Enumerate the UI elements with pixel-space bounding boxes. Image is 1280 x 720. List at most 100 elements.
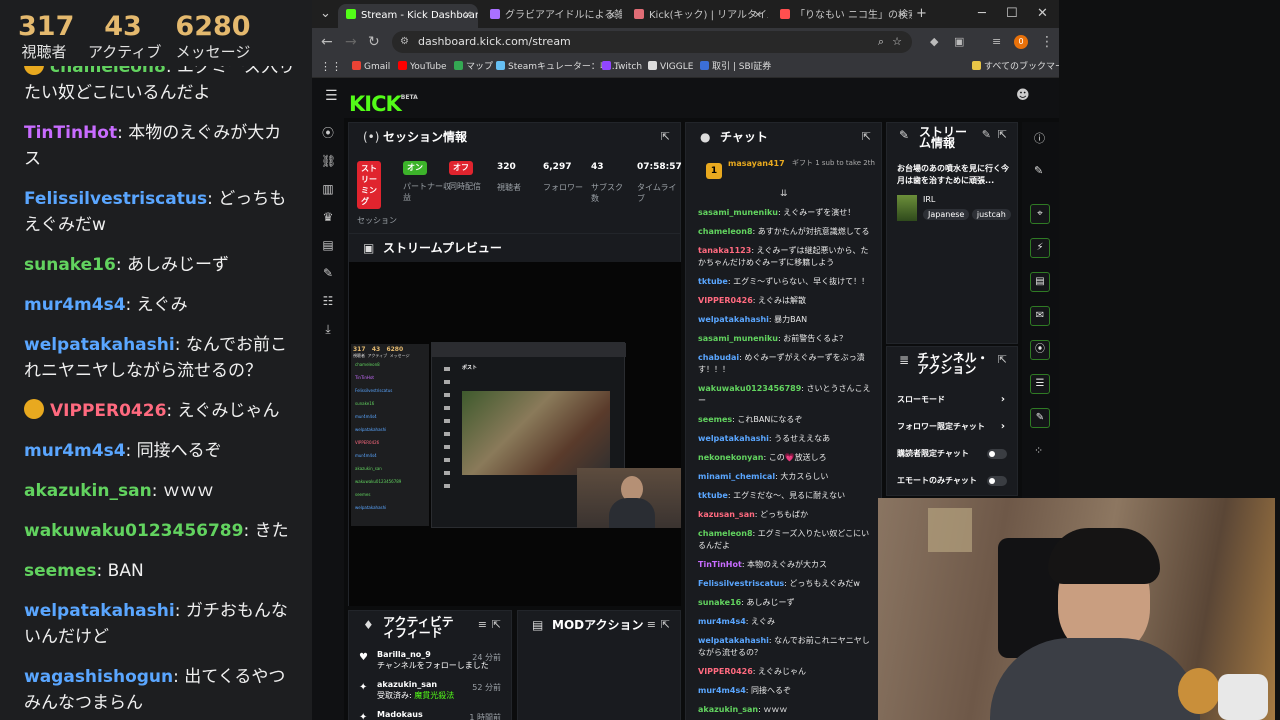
bookmark-steam[interactable]: Steamキュレーター：収... [496,56,617,78]
user-avatar[interactable]: ☻ [1016,88,1032,106]
activity-item[interactable]: ♥ Barilla_no_9 チャンネルをフォローしました 24 分前 [349,649,511,675]
chat-message[interactable]: welpatakahashi: うるせええなあ [686,433,881,445]
all-bookmarks[interactable]: すべてのブックマーク [972,56,1059,78]
chat-username[interactable]: welpatakahashi [698,315,769,324]
chat-username[interactable]: Felissilvestriscatus [698,579,784,588]
chat-username[interactable]: VIPPER0426 [698,667,753,676]
site-info-icon[interactable]: ⚙ [400,31,409,53]
download-nav-icon[interactable]: ⤓ [321,322,335,336]
kick-logo[interactable]: KICKBETA [349,86,418,116]
chat-message[interactable]: akazukin_san: ｗｗｗ [686,704,881,716]
chat-message[interactable]: VIPPER0426: えぐみじゃん [686,666,881,678]
channel-action-row[interactable]: フォロワー限定チャット › [897,414,1007,440]
bookmark-sbi[interactable]: 取引 | SBI証券 [700,56,771,78]
community-nav-icon[interactable]: ☷ [321,294,335,308]
edit-pencil-icon[interactable]: ✎ [1034,164,1043,177]
chat-username[interactable]: tktube [698,491,728,500]
bookmark-twitch[interactable]: Twitch [602,56,642,78]
extensions-puzzle-icon[interactable]: ▣ [954,33,964,51]
link-nav-icon[interactable]: ⛓ [321,154,336,168]
activity-item[interactable]: ✦ akazukin_san 受取済み: 魔貫光殺法 52 分前 [349,679,511,705]
clipboard-icon[interactable]: ▤ [1030,272,1050,292]
minimize-button[interactable]: ─ [978,5,986,23]
chat-message[interactable]: wakuwaku0123456789: さいとうさんこえー [686,383,881,407]
tab-search-icon[interactable]: ⌄ [320,5,331,23]
tools-icon[interactable]: ✎ [1030,408,1050,428]
broadcast-action-icon[interactable]: ⦿ [1030,340,1050,360]
chat-message[interactable]: tktube: エグミだな〜、見るに耐えない [686,490,881,502]
chat-username[interactable]: mur4m4s4 [698,617,746,626]
stream-preview-video[interactable]: 317 43 6280 視聴者 アクティブ メッセージ chameleon8 Ti… [349,262,681,606]
chat-username[interactable]: welpatakahashi [698,636,769,645]
chat-username[interactable]: chameleon8 [698,529,753,538]
chat-message[interactable]: mur4m4s4: えぐみ [686,616,881,628]
url-input[interactable]: ⚙ dashboard.kick.com/stream ⌕ ☆ [392,31,912,53]
trophy-nav-icon[interactable]: ♛ [321,210,335,224]
chat-message[interactable]: mur4m4s4: 同接へるぞ [686,685,881,697]
menu-icon[interactable]: ☰ [325,88,338,104]
chat-message[interactable]: minami_chemical: 大カスらしい [686,471,881,483]
filter-icon[interactable]: ≡ [478,611,487,639]
maximize-button[interactable]: ☐ [1006,5,1018,23]
reading-list-icon[interactable]: ≡ [992,33,1001,51]
chat-username[interactable]: mur4m4s4 [698,686,746,695]
chat-username[interactable]: welpatakahashi [698,434,769,443]
expand-chevron-icon[interactable]: ⇊ [780,189,788,199]
tab-gravure-stream[interactable]: グラビアアイドルによる雑談配信✕ [482,4,622,28]
more-icon[interactable]: ⁘ [1034,444,1043,457]
chrome-menu-icon[interactable]: ⋮ [1040,33,1054,51]
chat-message[interactable]: nekonekonyan: この💗放送しろ [686,452,881,464]
filter-icon[interactable]: ≡ [647,611,656,639]
chat-message[interactable]: VIPPER0426: えぐみは解散 [686,295,881,307]
apps-grid-icon[interactable]: ⋮⋮ [320,56,342,78]
popout-icon[interactable]: ⇱ [661,123,670,151]
chat-message[interactable]: welpatakahashi: なんでお前これニヤニヤしながら流せるの？ [686,635,881,659]
close-tab-icon[interactable]: ✕ [464,4,472,28]
zoom-icon[interactable]: ⌕ [878,31,884,53]
profile-avatar[interactable]: 0 [1014,35,1028,49]
chat-message[interactable]: sasami_muneniku: お前警告くるよ？ [686,333,881,345]
chat-username[interactable]: TinTinHot [698,560,742,569]
chevron-right-icon[interactable]: › [1001,414,1005,440]
close-tab-icon[interactable]: ✕ [608,4,616,28]
chat-message[interactable]: welpatakahashi: 暴力BAN [686,314,881,326]
close-tab-icon[interactable]: ✕ [898,4,906,28]
chat-username[interactable]: sasami_muneniku [698,334,778,343]
chat-message[interactable]: tanaka1123: えぐみーずは継起悪いから、たかちゃんだけめぐみーずに移籍… [686,245,881,269]
tab-search-results[interactable]: 「りなもい ニコ生」の検索結果✕ [772,4,912,28]
list-icon[interactable]: ☰ [1030,374,1050,394]
chat-message[interactable]: chabudai: めぐみーずがえぐみーずをぶっ潰す！！！ [686,352,881,376]
lightning-icon[interactable]: ⚡ [1030,238,1050,258]
bookmark-star-icon[interactable]: ☆ [892,31,902,53]
new-tab-button[interactable]: + [916,5,927,23]
popout-icon[interactable]: ⇱ [998,123,1007,147]
chat-message[interactable]: Felissilvestriscatus: どっちもえぐみだw [686,578,881,590]
extension-icon[interactable]: ◆ [930,33,938,51]
popout-icon[interactable]: ⇱ [998,347,1007,373]
stream-nav-icon[interactable]: ⦿ [321,126,335,140]
chat-username[interactable]: tktube [698,277,728,286]
raid-icon[interactable]: ⌖ [1030,204,1050,224]
back-icon[interactable]: ← [321,33,333,51]
chat-message[interactable]: seemes: これBANになるぞ [686,414,881,426]
reload-icon[interactable]: ↻ [368,33,380,51]
chat-username[interactable]: nekonekonyan [698,453,763,462]
channel-action-row[interactable]: 購読者限定チャット [897,441,1007,467]
chat-username[interactable]: kazusan_san [698,510,755,519]
close-window-button[interactable]: ✕ [1037,5,1048,23]
chat-message[interactable]: chameleon8: エグミーズ入りたい奴どこにいるんだよ [686,528,881,552]
chat-username[interactable]: sunake16 [698,598,741,607]
chat-bubble-icon[interactable]: ✉ [1030,306,1050,326]
chat-message[interactable]: sunake16: あしみじーず [686,597,881,609]
bookmark-youtube[interactable]: YouTube [398,56,447,78]
chat-username[interactable]: VIPPER0426 [698,296,753,305]
popout-icon[interactable]: ⇱ [492,611,501,639]
chat-message[interactable]: kazusan_san: どっちもばか [686,509,881,521]
close-tab-icon[interactable]: ✕ [754,4,762,28]
chat-message[interactable]: sasami_muneniku: えぐみーずを演せ！ [686,207,881,219]
tag-chip[interactable]: Japanese [923,209,970,220]
chat-message[interactable]: tktube: エグミ〜ずいらない、早く抜けて！！ [686,276,881,288]
tab-kick-ranking[interactable]: Kick(キック) | リアルタイムラン✕ [626,4,768,28]
popout-icon[interactable]: ⇱ [862,123,871,151]
chat-username[interactable]: wakuwaku0123456789 [698,384,801,393]
